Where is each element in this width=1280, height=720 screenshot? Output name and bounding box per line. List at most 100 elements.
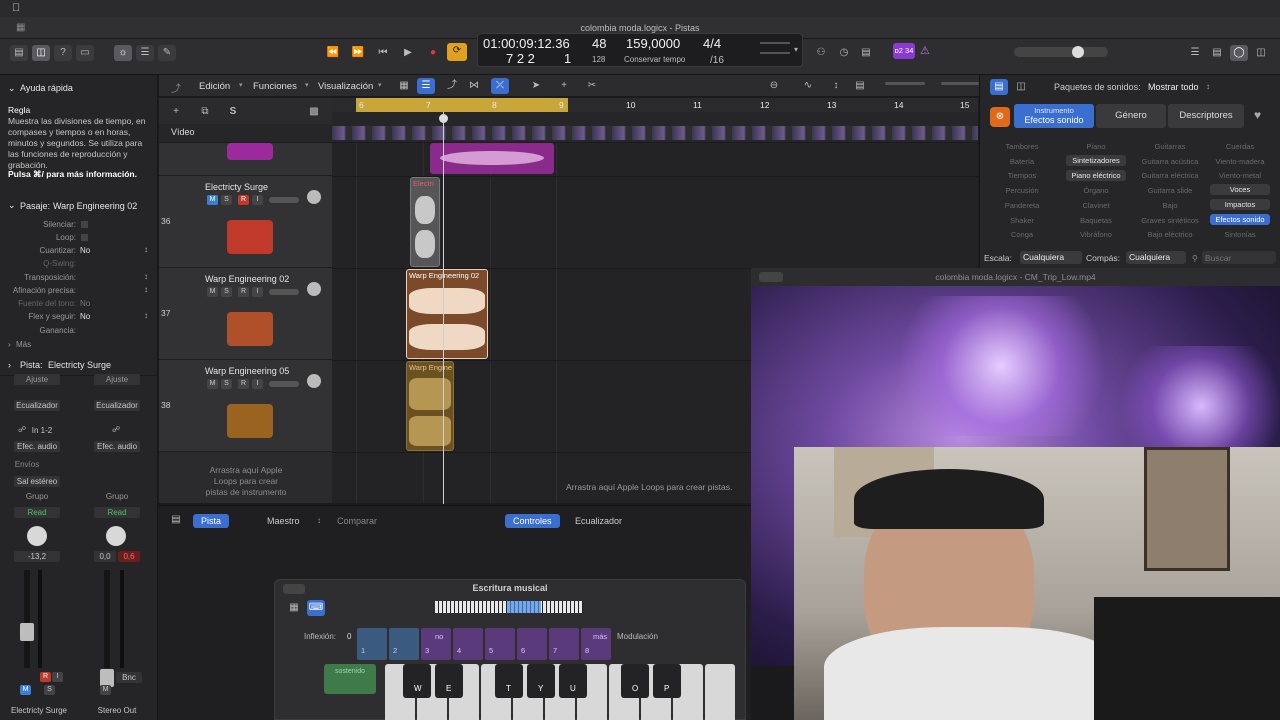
track-name[interactable]: Warp Engineering 05 <box>205 366 289 376</box>
bounce-button[interactable]: Bnc <box>116 672 142 683</box>
flex-icon[interactable]: ⋈ <box>465 78 483 94</box>
automation-mode[interactable]: Read <box>14 507 60 518</box>
keyword-selected[interactable]: Efectos sonido <box>1210 214 1270 225</box>
waveform-zoom-icon[interactable]: ∿ <box>799 78 817 94</box>
vertical-zoom-slider[interactable] <box>885 82 925 85</box>
quantize-value[interactable]: No <box>80 246 90 255</box>
keyword[interactable]: Graves sintéticos <box>1140 216 1200 225</box>
input-slot[interactable]: In 1-2 <box>24 425 60 436</box>
scale-select[interactable]: Cualquiera <box>1020 251 1082 264</box>
keyword[interactable]: Sintetizadores <box>1066 155 1126 166</box>
tab-instrument[interactable]: Instrumento Efectos sonido <box>1014 104 1094 128</box>
keyword[interactable]: Piano <box>1066 142 1126 151</box>
solo-button[interactable]: S <box>221 287 232 297</box>
lcd-tempo[interactable]: 159,0000 <box>626 36 680 51</box>
toolbar-toggle-icon[interactable]: ▭ <box>76 45 94 61</box>
metronome-icon[interactable]: ◷ <box>835 45 853 61</box>
loop-browser-icon[interactable]: ◯ <box>1230 45 1248 61</box>
editors-icon[interactable]: ✎ <box>158 45 176 61</box>
sends-slot[interactable]: Envíos <box>8 459 46 470</box>
keyword[interactable]: Pandereta <box>992 201 1052 210</box>
mute-button[interactable]: M <box>207 195 218 205</box>
black-key[interactable]: W <box>403 664 431 698</box>
input-monitor-button[interactable]: I <box>252 195 263 205</box>
cycle-icon[interactable]: ⟳ <box>447 43 467 61</box>
functions-menu[interactable]: Funciones <box>253 81 297 92</box>
mute-button[interactable]: M <box>207 287 218 297</box>
track-header-37[interactable]: 37 Warp Engineering 02 M S R I <box>159 268 332 360</box>
heart-icon[interactable]: ♥ <box>1254 108 1261 122</box>
track-height-icon[interactable]: ▤ <box>851 78 869 94</box>
keyword[interactable]: Sintonías <box>1210 230 1270 239</box>
mute-checkbox[interactable] <box>81 221 88 228</box>
audio-region-selected[interactable]: Warp Engineering 02 <box>406 269 488 359</box>
volume-fader-track[interactable] <box>24 570 30 668</box>
tab-controls[interactable]: Controles <box>505 514 560 528</box>
volume-fader-cap[interactable] <box>20 623 34 641</box>
track-name[interactable]: Electricty Surge <box>48 360 111 370</box>
track-name[interactable]: Warp Engineering 02 <box>205 274 289 284</box>
track-volume-slider[interactable] <box>269 197 299 203</box>
black-key[interactable]: O <box>621 664 649 698</box>
keyword[interactable]: Piano eléctrico <box>1066 170 1126 181</box>
play-icon[interactable]: ▶ <box>399 45 417 61</box>
automation-icon[interactable]: ⤴ <box>443 78 461 94</box>
grid-icon[interactable]: ▦ <box>395 78 413 94</box>
keyword[interactable]: Bajo <box>1140 201 1200 210</box>
lcd-signature[interactable]: 4/4 <box>703 36 721 51</box>
playhead-handle[interactable] <box>439 114 448 123</box>
velocity-pad[interactable]: no 3 <box>421 628 451 660</box>
up-arrow-icon[interactable]: ⤴ <box>171 80 181 95</box>
track-header-36[interactable]: 36 Electricty Surge M S R I <box>159 176 332 268</box>
audio-region[interactable]: Warp Engine <box>406 361 454 451</box>
keyboard-range-highlight[interactable] <box>507 601 541 613</box>
apple-icon[interactable]:  <box>12 2 20 14</box>
tab-genre[interactable]: Género <box>1096 104 1166 128</box>
vertical-zoom-icon[interactable]: ↕ <box>827 78 845 94</box>
solo-button[interactable]: S <box>44 685 55 695</box>
keyword[interactable]: Percusión <box>992 186 1052 195</box>
keyword[interactable]: Guitarra eléctrica <box>1140 171 1200 180</box>
loop-checkbox[interactable] <box>81 234 88 241</box>
tuner-icon[interactable]: ⚇ <box>812 45 830 61</box>
setting-button[interactable]: Ajuste <box>94 374 140 385</box>
mute-button[interactable]: M <box>207 379 218 389</box>
pitch-source-value[interactable]: No <box>80 299 90 308</box>
keyword[interactable]: Tiempos <box>992 171 1052 180</box>
volume-readout[interactable]: -13,2 <box>14 551 60 562</box>
add-track-icon[interactable]: + <box>167 104 185 120</box>
keyboard-range[interactable] <box>435 601 583 613</box>
track-header-38[interactable]: 38 Warp Engineering 05 M S R I <box>159 360 332 452</box>
library-icon[interactable]: ▤ <box>10 45 28 61</box>
loops-view-icon[interactable]: ▤ <box>990 79 1008 95</box>
plus-tool-icon[interactable]: + <box>555 78 573 94</box>
browser-icon[interactable]: ◫ <box>1252 45 1270 61</box>
close-icon[interactable] <box>759 272 783 282</box>
chevron-down-icon[interactable]: ▾ <box>794 45 798 54</box>
horizontal-zoom-slider[interactable] <box>941 82 979 85</box>
input-monitor-button[interactable]: I <box>52 672 63 682</box>
tab-eq[interactable]: Ecualizador <box>567 514 630 528</box>
keyword[interactable]: Clavinet <box>1066 201 1126 210</box>
region-name[interactable]: Warp Engineering 02 <box>53 201 137 211</box>
notepad-icon[interactable]: ▤ <box>857 45 875 61</box>
keyword[interactable]: Tambores <box>992 142 1052 151</box>
velocity-pad[interactable]: 7 <box>549 628 579 660</box>
lcd-division[interactable]: /16 <box>710 55 724 66</box>
velocity-pad[interactable]: 6 <box>517 628 547 660</box>
pan-knob[interactable] <box>27 526 47 546</box>
velocity-pad[interactable]: 4 <box>453 628 483 660</box>
notepad-toggle-icon[interactable]: ▤ <box>1208 45 1226 61</box>
pan-knob[interactable] <box>106 526 126 546</box>
setting-button[interactable]: Ajuste <box>14 374 60 385</box>
black-key[interactable]: P <box>653 664 681 698</box>
solo-button[interactable]: S <box>221 195 232 205</box>
lcd-display[interactable]: 01:00:09:12.36 7 2 2 1 48 128 159,0000 C… <box>477 33 803 67</box>
record-enable-button[interactable]: R <box>238 195 249 205</box>
chevron-right-icon[interactable]: › <box>8 339 11 350</box>
chevron-down-icon[interactable]: ⌄ <box>8 83 16 94</box>
inspector-toggle-icon[interactable]: ▤ <box>167 512 185 528</box>
keyword[interactable]: Bajo eléctrico <box>1140 230 1200 239</box>
keyword[interactable]: Shaker <box>992 216 1052 225</box>
keyword[interactable]: Guitarra acústica <box>1140 157 1200 166</box>
